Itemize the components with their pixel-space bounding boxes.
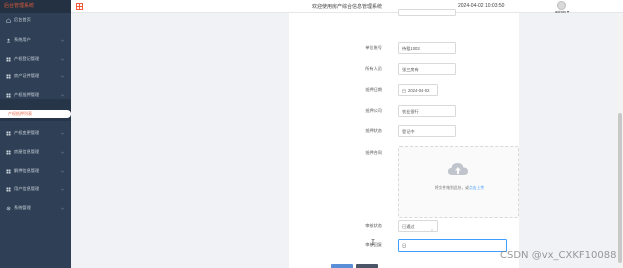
form-row-review-reply: 审核回复 日: [289, 239, 519, 252]
chevron-down-icon: [60, 74, 65, 79]
sidebar-item-label: 用户信息管理: [14, 186, 40, 191]
form-row-owner: 所有人员 张三房有: [289, 63, 519, 75]
sidebar-item-label: 后台首页: [14, 17, 31, 22]
grid-icon: [6, 74, 11, 79]
field-label: 单位账号: [365, 45, 382, 50]
chevron-down-icon: [60, 169, 65, 174]
sidebar: 后台管理系统 后台首页 系统用户 产权登记管理 房产证件管理 产权抵押管理 产权…: [0, 0, 71, 268]
mortgage-date-picker[interactable]: 2024-04-02: [398, 84, 438, 96]
sidebar-item-label: 系统用户: [14, 37, 31, 42]
sidebar-item-house-info[interactable]: 房屋信息管理: [0, 148, 71, 156]
grid-icon: [6, 187, 11, 192]
sidebar-item-user-info[interactable]: 用户信息管理: [0, 185, 71, 193]
user-icon: [6, 38, 11, 43]
page-title: 欢迎使用房产综合信息管理系统: [311, 4, 382, 10]
home-icon: [6, 17, 11, 23]
grid-icon: [6, 169, 11, 174]
sidebar-item-label: 产权登记管理: [14, 56, 40, 61]
sidebar-item-system-users[interactable]: 系统用户: [0, 36, 71, 44]
sidebar-subitem-label: 产权抵押列表: [8, 111, 32, 116]
edit-form-card: 单位账号 待租1003 所有人员 张三房有 抵押日期 2024-04-02 抵押…: [289, 9, 519, 268]
sidebar-item-title-registration[interactable]: 产权登记管理: [0, 55, 71, 63]
sidebar-item-mortgage[interactable]: 产权抵押管理: [0, 91, 71, 99]
top-header: 欢迎使用房产综合信息管理系统 2024-04-02 10:03:50 admin…: [71, 0, 623, 14]
chevron-down-icon: [60, 38, 65, 43]
sidebar-item-release-info[interactable]: 解押信息管理: [0, 167, 71, 175]
contract-upload-dropzone[interactable]: 将文件拖到此处，或点击上传: [398, 146, 519, 218]
grid-icon: [6, 131, 11, 136]
sidebar-item-label: 系统管理: [14, 205, 31, 210]
field-label: 抵押合同: [365, 150, 382, 155]
sidebar-item-home[interactable]: 后台首页: [0, 16, 71, 24]
sidebar-item-label: 房产证件管理: [14, 73, 40, 78]
field-label: 抵押公司: [365, 108, 382, 113]
form-row-mortgage-status: 抵押状态 登记中: [289, 125, 519, 137]
review-status-select[interactable]: 已通过: [398, 220, 438, 232]
brand-title: 后台管理系统: [0, 0, 71, 13]
sidebar-subitem-mortgage-list[interactable]: 产权抵押列表: [0, 110, 71, 118]
page-scrollbar[interactable]: [617, 13, 623, 268]
grid-icon: [6, 150, 11, 155]
unit-account-field[interactable]: 待租1003: [398, 42, 456, 54]
form-row-mortgage-date: 抵押日期 2024-04-02: [289, 84, 519, 96]
field-label: 抵押日期: [365, 87, 382, 92]
click-upload-link[interactable]: 点击上传: [469, 186, 484, 190]
chevron-down-icon: [60, 187, 65, 192]
chevron-down-icon: [60, 57, 65, 62]
form-row-unit-account: 单位账号 待租1003: [289, 42, 519, 54]
gear-icon: [6, 206, 11, 211]
sidebar-item-title-change[interactable]: 产权变更管理: [0, 129, 71, 137]
grid-icon: [6, 57, 11, 62]
sidebar-item-label: 房屋信息管理: [14, 149, 40, 154]
sidebar-item-label: 产权变更管理: [14, 130, 40, 135]
scrollbar-thumb[interactable]: [618, 113, 622, 263]
owner-field[interactable]: 张三房有: [398, 63, 456, 75]
sidebar-item-property-certificates[interactable]: 房产证件管理: [0, 72, 71, 80]
chevron-down-icon: [60, 150, 65, 155]
review-reply-input[interactable]: 日: [398, 239, 507, 252]
sidebar-item-label: 解押信息管理: [14, 168, 40, 173]
sidebar-item-system-settings[interactable]: 系统管理: [0, 204, 71, 212]
submit-button[interactable]: [331, 264, 353, 268]
form-row-review-status: 审核状态 已通过: [289, 220, 519, 232]
field-label: 所有人员: [365, 66, 382, 71]
chevron-down-icon: [60, 206, 65, 211]
calendar-icon: [402, 86, 406, 93]
mortgage-status-field[interactable]: 登记中: [398, 125, 456, 137]
cancel-button[interactable]: [356, 264, 378, 268]
mortgage-company-field[interactable]: 农业银行: [398, 105, 456, 117]
field-label: 抵押状态: [365, 128, 382, 133]
main-content: 单位账号 待租1003 所有人员 张三房有 抵押日期 2024-04-02 抵押…: [71, 9, 623, 268]
chevron-down-icon: [60, 131, 65, 136]
mortgage-date-value: 2024-04-02: [408, 88, 430, 93]
chevron-down-icon: [430, 225, 434, 231]
field-label: 审核状态: [365, 223, 382, 228]
grid-icon: [6, 93, 11, 98]
form-row-mortgage-company: 抵押公司 农业银行: [289, 105, 519, 117]
chevron-up-icon: [60, 93, 65, 98]
review-status-value: 已通过: [402, 224, 415, 229]
text-cursor-icon: [371, 239, 375, 245]
watermark: CSDN @vx_CXKF10088: [500, 250, 617, 261]
cloud-upload-icon: [447, 161, 469, 177]
upload-hint: 将文件拖到此处，或点击上传: [434, 186, 485, 190]
datetime-display: 2024-04-02 10:03:50: [458, 3, 505, 9]
top-cut-input[interactable]: [398, 9, 456, 16]
sidebar-item-label: 产权抵押管理: [14, 92, 40, 97]
